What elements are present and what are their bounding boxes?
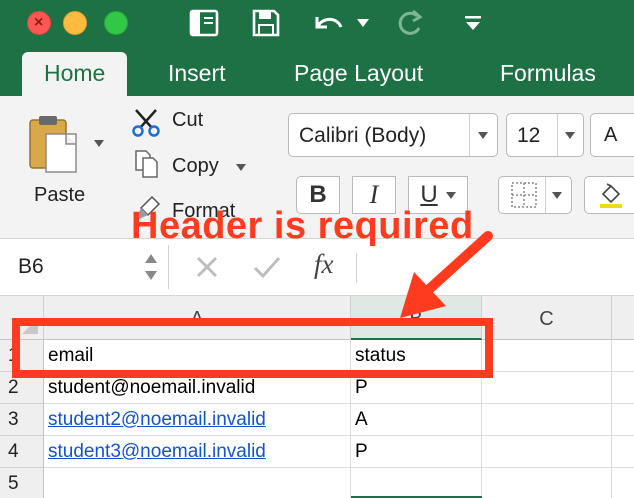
chevron-down-icon — [357, 19, 369, 27]
cell-d4[interactable] — [612, 436, 634, 468]
cell-a3-link[interactable]: student2@noemail.invalid — [44, 404, 351, 436]
chevron-down-icon — [551, 191, 562, 199]
paste-label: Paste — [34, 184, 86, 206]
cell-b5[interactable] — [351, 468, 482, 498]
title-bar: × — [0, 0, 634, 48]
customize-toolbar-button[interactable] — [458, 8, 488, 38]
redo-button[interactable] — [392, 8, 428, 38]
cell-d5[interactable] — [612, 468, 634, 498]
maximize-window-button[interactable] — [104, 11, 128, 35]
confirm-edit-icon[interactable] — [252, 254, 282, 280]
cell-a5[interactable] — [44, 468, 351, 498]
cell-c3[interactable] — [482, 404, 612, 436]
name-box[interactable]: B6 — [18, 255, 44, 279]
font-size-value: 12 — [517, 124, 541, 147]
chevron-down-icon — [445, 191, 456, 199]
font-size-select[interactable]: 12 — [506, 113, 584, 157]
cancel-edit-icon[interactable] — [194, 254, 220, 280]
customize-icon — [465, 16, 481, 30]
redo-icon — [398, 9, 423, 35]
tab-home[interactable]: Home — [22, 52, 128, 96]
fill-color-button[interactable] — [584, 176, 634, 214]
cell-b4[interactable]: P — [351, 436, 482, 468]
borders-button[interactable] — [498, 176, 572, 214]
cell-c2[interactable] — [482, 372, 612, 404]
tab-insert[interactable]: Insert — [168, 48, 226, 96]
close-window-button[interactable]: × — [27, 11, 51, 35]
row-header[interactable]: 4 — [0, 436, 44, 468]
column-header-c[interactable]: C — [482, 296, 612, 340]
copy-icon — [135, 150, 158, 178]
chevron-updown-icon[interactable] — [144, 249, 158, 285]
cell-c5[interactable] — [482, 468, 612, 498]
ribbon-tab-bar: Home Insert Page Layout Formulas — [0, 48, 634, 96]
scissors-icon — [132, 109, 160, 137]
row-header[interactable]: 3 — [0, 404, 44, 436]
chevron-down-icon — [236, 164, 246, 171]
undo-icon — [315, 17, 343, 29]
sidebar-toggle-button[interactable] — [186, 8, 222, 38]
column-header-d[interactable] — [612, 296, 634, 340]
save-button[interactable] — [248, 8, 284, 38]
font-name-select[interactable]: Calibri (Body) — [288, 113, 498, 157]
cell-d3[interactable] — [612, 404, 634, 436]
close-icon: × — [34, 14, 44, 31]
chevron-down-icon — [565, 132, 575, 139]
cut-button[interactable]: Cut — [130, 104, 240, 138]
minimize-window-button[interactable] — [63, 11, 87, 35]
chevron-down-icon — [94, 140, 104, 147]
sidebar-icon — [189, 9, 219, 37]
font-name-value: Calibri (Body) — [299, 124, 427, 147]
tab-page-layout[interactable]: Page Layout — [294, 48, 423, 96]
insert-function-button[interactable]: fx — [314, 249, 334, 280]
undo-dropdown-button[interactable] — [352, 8, 374, 38]
cell-c4[interactable] — [482, 436, 612, 468]
copy-button[interactable]: Copy — [130, 148, 250, 182]
clipboard-icon — [29, 116, 77, 173]
borders-icon — [510, 182, 537, 208]
save-icon — [252, 9, 280, 37]
paste-button[interactable]: Paste — [22, 108, 112, 218]
row-header[interactable]: 5 — [0, 468, 44, 498]
cell-d1[interactable] — [612, 340, 634, 372]
increase-font-size-button[interactable]: A — [590, 113, 634, 157]
tab-formulas[interactable]: Formulas — [500, 48, 596, 96]
font-grow-icon: A — [604, 124, 618, 146]
cell-c1[interactable] — [482, 340, 612, 372]
cell-b3[interactable]: A — [351, 404, 482, 436]
cell-a4-link[interactable]: student3@noemail.invalid — [44, 436, 351, 468]
copy-label: Copy — [172, 155, 219, 177]
cut-label: Cut — [172, 109, 204, 131]
cell-d2[interactable] — [612, 372, 634, 404]
annotation-highlight-box — [12, 318, 493, 378]
paint-bucket-icon — [599, 183, 622, 208]
chevron-down-icon — [478, 132, 488, 139]
undo-button[interactable] — [308, 8, 348, 38]
